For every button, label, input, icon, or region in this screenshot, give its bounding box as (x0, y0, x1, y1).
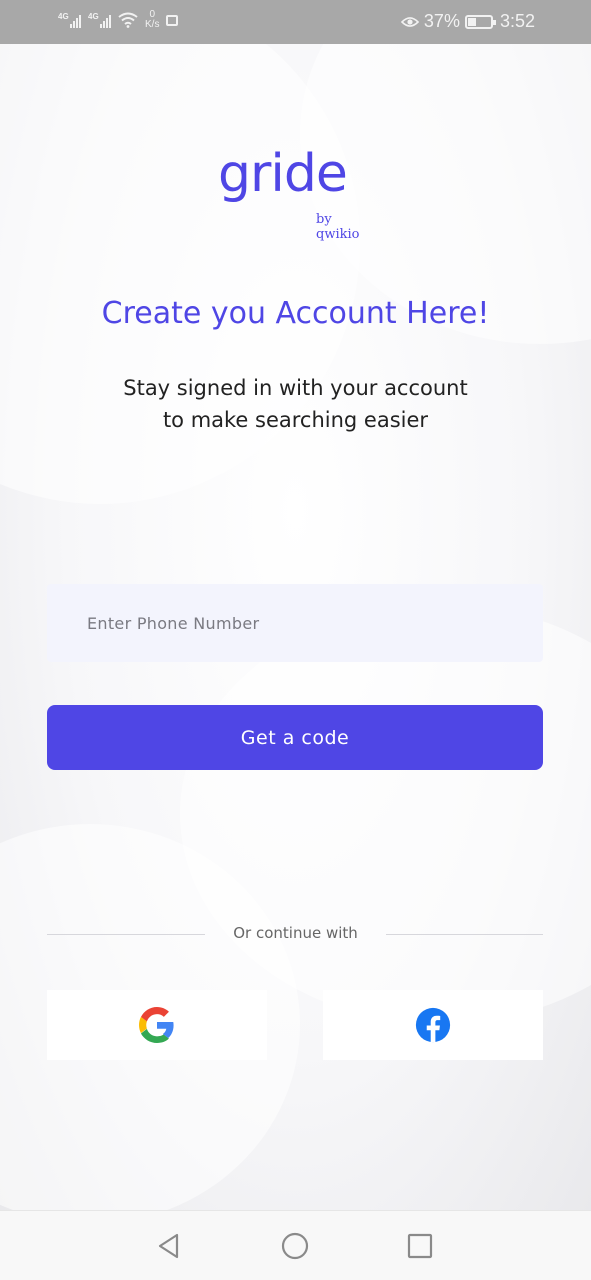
google-icon (139, 1007, 174, 1043)
battery-percentage: 37% (423, 11, 460, 31)
logo-wordmark: gride (218, 144, 348, 204)
logo-byline: by qwikio (316, 212, 360, 242)
battery-icon (464, 14, 496, 29)
app-logo: gride by qwikio (218, 144, 378, 242)
clock: 3:52 (499, 11, 535, 31)
wifi-icon (118, 12, 138, 28)
page-subtitle: Stay signed in with your account to make… (60, 372, 531, 436)
battery-fill (467, 17, 476, 26)
message-icon (166, 14, 179, 26)
status-bar-right: 37% 3:52 (400, 11, 535, 32)
network-type-label: 4G (58, 12, 69, 21)
facebook-icon (415, 1007, 451, 1043)
system-nav-bar (0, 1210, 591, 1280)
sign-up-screen: gride by qwikio Create you Account Here!… (0, 44, 591, 1210)
get-code-button[interactable]: Get a code (47, 705, 543, 770)
data-speed-indicator: 0 K/s (145, 10, 159, 30)
recents-icon[interactable] (405, 1231, 435, 1261)
signal-icon: 4G (58, 12, 81, 28)
or-continue-label: Or continue with (233, 924, 358, 942)
status-bar: 4G 4G 0 K/s 37% 3:52 (0, 0, 591, 44)
home-icon[interactable] (280, 1231, 310, 1261)
signal-icon: 4G (88, 12, 111, 28)
subtitle-line: Stay signed in with your account (123, 376, 468, 400)
status-bar-left: 4G 4G 0 K/s (58, 10, 179, 30)
back-icon[interactable] (154, 1231, 184, 1261)
phone-number-input[interactable]: Enter Phone Number (47, 584, 543, 662)
phone-number-placeholder: Enter Phone Number (87, 613, 260, 633)
google-sign-in-button[interactable] (47, 990, 267, 1060)
eye-comfort-icon (400, 16, 419, 27)
data-speed-unit: K/s (145, 19, 160, 30)
facebook-sign-in-button[interactable] (323, 990, 543, 1060)
page-title: Create you Account Here! (101, 296, 490, 331)
network-type-label: 4G (88, 12, 99, 21)
subtitle-line: to make searching easier (162, 408, 429, 432)
